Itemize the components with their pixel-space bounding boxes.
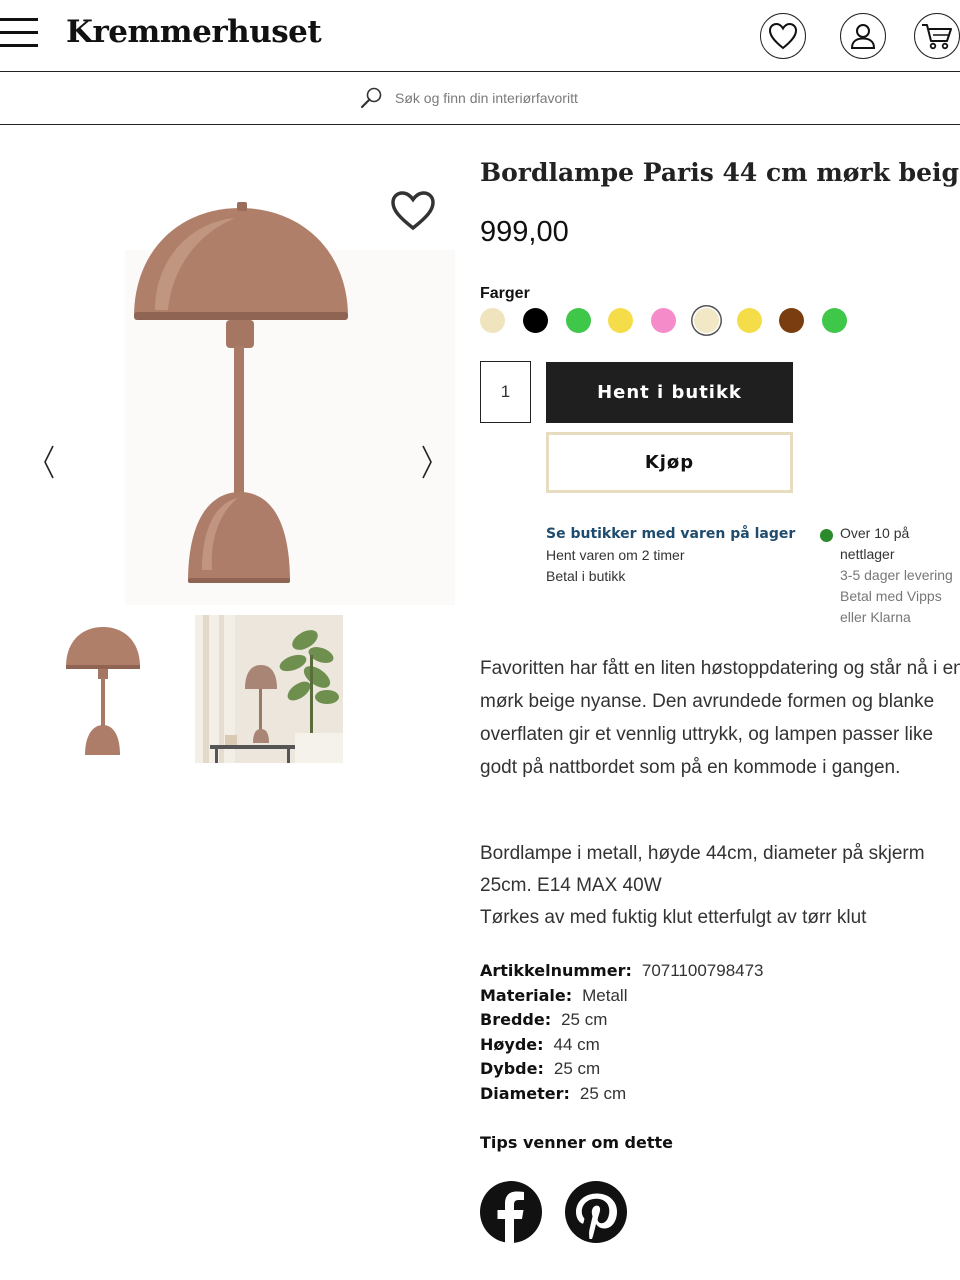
store-stock-link[interactable]: Se butikker med varen på lager (546, 526, 795, 542)
spec-key: Bredde: (480, 1010, 552, 1030)
color-swatch[interactable] (480, 308, 505, 333)
color-swatch[interactable] (693, 308, 719, 333)
spec-value: 25 cm (579, 1083, 627, 1103)
spec-key: Dybde: (480, 1059, 544, 1079)
store-availability: Se butikker med varen på lager Hent vare… (546, 523, 816, 587)
menu-icon[interactable] (0, 16, 40, 50)
color-swatch[interactable] (565, 308, 591, 333)
pinterest-share-button[interactable] (565, 1181, 627, 1243)
spec-key: Høyde: (480, 1034, 544, 1054)
store-payment-text: Betal i butikk (546, 568, 626, 584)
product-specs: Artikkelnummer: 7071100798473 Materiale: Me… (480, 959, 764, 1107)
color-swatch[interactable] (779, 308, 805, 333)
thumbnail-product[interactable] (28, 615, 176, 763)
product-details: Bordlampe i metall, høyde 44cm, diameter… (480, 838, 950, 934)
spec-value: 25 cm (553, 1059, 601, 1079)
spec-value: 44 cm (553, 1034, 600, 1054)
spec-row: Høyde: 44 cm (480, 1033, 764, 1058)
cart-icon (922, 24, 952, 50)
spec-row: Materiale: Metall (480, 984, 764, 1009)
cart-button[interactable] (914, 13, 960, 59)
spec-value: 7071100798473 (641, 961, 764, 980)
share-label: Tips venner om dette (480, 1133, 674, 1152)
spec-row: Bredde: 25 cm (480, 1008, 764, 1033)
facebook-share-button[interactable] (480, 1181, 542, 1243)
spec-row: Diameter: 25 cm (480, 1082, 764, 1107)
delivery-time-text: 3-5 dager levering (840, 567, 953, 583)
pickup-in-store-button[interactable]: Hent i butikk (546, 362, 793, 423)
spec-key: Diameter: (480, 1083, 570, 1103)
product-price: 999,00 (480, 216, 569, 248)
store-pickup-text: Hent varen om 2 timer (546, 547, 685, 563)
color-swatch[interactable] (822, 308, 847, 333)
site-logo[interactable]: Kremmerhuset (66, 14, 322, 50)
user-icon (850, 24, 876, 49)
chevron-left-icon[interactable] (40, 440, 60, 480)
search-icon[interactable] (360, 86, 384, 110)
quantity-field[interactable] (480, 361, 531, 423)
spec-row: Dybde: 25 cm (480, 1057, 764, 1082)
search-input[interactable] (390, 86, 690, 110)
spec-key: Artikkelnummer: (480, 961, 632, 980)
product-description: Favoritten har fått en liten høstoppdate… (480, 658, 960, 778)
product-care-text: Tørkes av med fuktig klut etterfulgt av … (480, 907, 867, 928)
search-bar (0, 72, 960, 125)
product-details-spec: Bordlampe i metall, høyde 44cm, diameter… (480, 843, 925, 896)
online-payment-text: Betal med Vipps eller Klarna (840, 588, 942, 625)
wishlist-button[interactable] (760, 13, 806, 59)
color-swatch[interactable] (651, 308, 676, 333)
online-availability: Over 10 på nettlager 3-5 dager levering … (840, 523, 960, 628)
pinterest-icon (576, 1193, 617, 1239)
stock-status-text: Over 10 på nettlager (840, 525, 910, 562)
color-swatch[interactable] (736, 308, 762, 333)
color-swatch[interactable] (608, 308, 634, 333)
product-title: Bordlampe Paris 44 cm mørk beige (480, 158, 960, 187)
chevron-right-icon[interactable] (416, 440, 436, 480)
spec-value: 25 cm (561, 1010, 608, 1030)
account-button[interactable] (840, 13, 886, 59)
spec-row: Artikkelnummer: 7071100798473 (480, 959, 764, 984)
thumbnail-room[interactable] (195, 615, 343, 763)
color-swatch[interactable] (522, 308, 548, 333)
colors-label: Farger (480, 285, 530, 302)
stock-status-dot (820, 529, 833, 542)
buy-button[interactable]: Kjøp (546, 432, 793, 493)
spec-value: Metall (582, 985, 628, 1005)
spec-key: Materiale: (480, 985, 573, 1005)
site-header: Kremmerhuset (0, 0, 960, 72)
facebook-icon (497, 1191, 524, 1243)
add-to-wishlist-icon[interactable] (390, 190, 436, 232)
heart-icon (768, 22, 798, 50)
